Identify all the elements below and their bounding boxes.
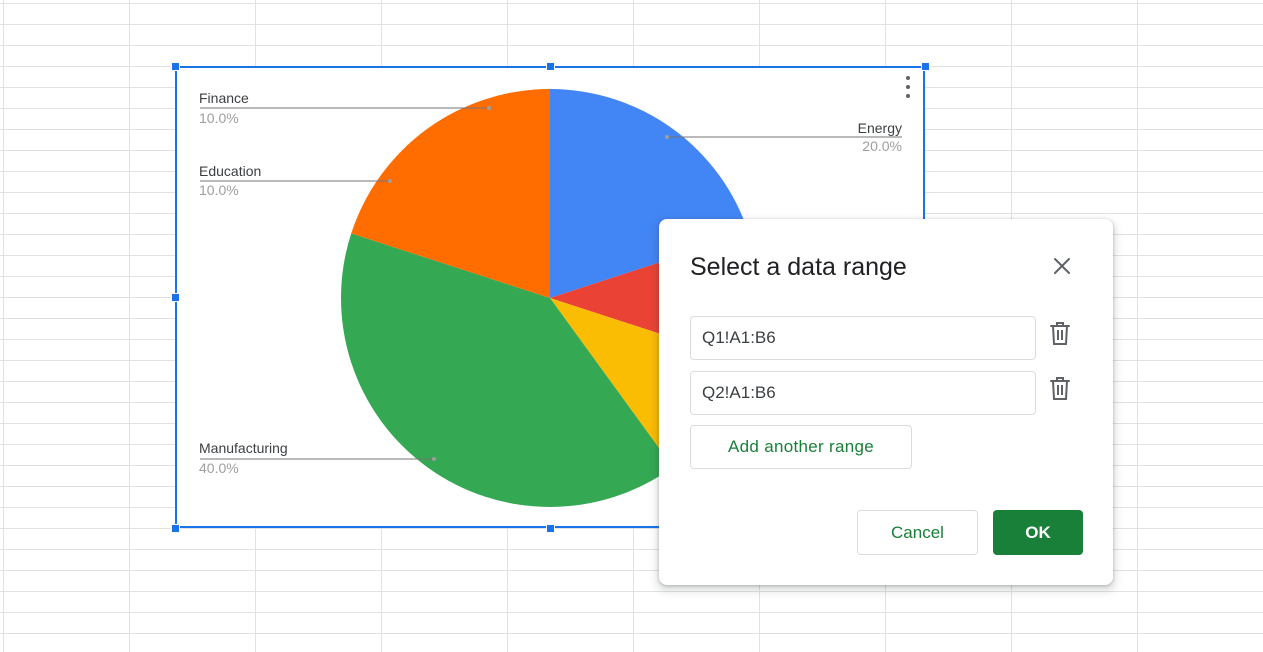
select-data-range-dialog: Select a data range Add another range Ca…	[659, 219, 1113, 585]
cancel-button[interactable]: Cancel	[857, 510, 978, 555]
ok-button[interactable]: OK	[993, 510, 1083, 555]
leader-dot-education	[388, 179, 392, 183]
range-input-2[interactable]	[690, 371, 1036, 415]
menu-dot	[906, 85, 910, 89]
trash-icon[interactable]	[1048, 320, 1072, 348]
label-manufacturing-pct: 40.0%	[199, 460, 239, 476]
leader-dot-energy	[665, 135, 669, 139]
label-finance-name: Finance	[199, 90, 249, 106]
range-input-1[interactable]	[690, 316, 1036, 360]
label-energy-pct: 20.0%	[862, 138, 902, 154]
label-energy-name: Energy	[858, 120, 902, 136]
label-manufacturing-name: Manufacturing	[199, 440, 288, 456]
trash-icon[interactable]	[1048, 375, 1072, 403]
dialog-title: Select a data range	[690, 253, 907, 281]
add-another-range-button[interactable]: Add another range	[690, 425, 912, 469]
menu-dot	[906, 94, 910, 98]
close-icon[interactable]	[1050, 254, 1074, 278]
more-vert-icon[interactable]	[900, 76, 916, 98]
leader-dot-finance	[487, 106, 491, 110]
label-finance-pct: 10.0%	[199, 110, 239, 126]
label-education-pct: 10.0%	[199, 182, 239, 198]
menu-dot	[906, 76, 910, 80]
leader-dot-manufacturing	[432, 457, 436, 461]
label-education-name: Education	[199, 163, 261, 179]
